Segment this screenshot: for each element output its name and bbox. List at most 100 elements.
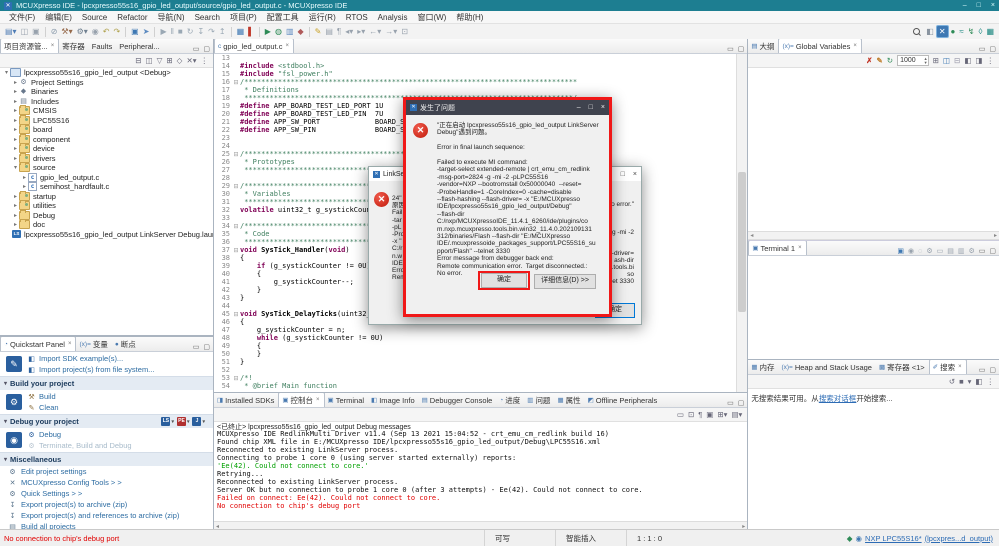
menu-item[interactable]: 项目(P) <box>225 12 262 23</box>
live-update-icon[interactable]: ◫ <box>941 56 952 65</box>
step-into-icon[interactable]: ↧ <box>195 25 206 38</box>
tree-item[interactable]: ▸ ▤ Includes <box>0 97 213 107</box>
quickstart-link[interactable]: Clean <box>39 403 59 412</box>
install-perspective-icon[interactable]: ● <box>949 25 958 38</box>
terminal-body[interactable] <box>748 256 999 360</box>
terminal-tab[interactable]: ▣ Terminal 1 × <box>748 241 807 255</box>
close-tab-icon[interactable]: × <box>958 364 962 370</box>
tree-item[interactable]: ▸ LPC55S16 <box>0 114 213 126</box>
display-console-icon[interactable]: ⊞▾ <box>715 410 729 419</box>
build-section-header[interactable]: ▾ Build your project <box>0 376 213 390</box>
refresh-interval-input[interactable]: 1000 ▲ ▼ <box>897 55 929 66</box>
tree-expand-icon[interactable]: ▾ <box>3 69 10 76</box>
step-return-icon[interactable]: ↥ <box>217 25 228 38</box>
search-icon[interactable] <box>913 28 921 35</box>
quickstart-link[interactable]: Edit project settings <box>21 467 86 476</box>
quickstart-tab[interactable]: ◔ Quickstart Panel × <box>0 337 77 351</box>
search-tab[interactable]: ▩ 寄存器 <1> <box>876 360 929 374</box>
spinner-arrows[interactable]: ▲ ▼ <box>924 56 928 65</box>
tree-expand-icon[interactable]: ▸ <box>21 183 28 190</box>
maximize-panel-icon[interactable]: ▢ <box>203 45 210 53</box>
tree-expand-icon[interactable]: ▸ <box>12 98 19 105</box>
open-terminal-icon[interactable]: ▣ <box>897 247 904 255</box>
disconnect-icon[interactable]: ◌ <box>918 248 922 255</box>
menu-item[interactable]: 运行(R) <box>304 12 341 23</box>
maximize-icon[interactable]: □ <box>977 2 981 9</box>
energy-icon[interactable]: ◍ <box>273 25 284 38</box>
explorer-tab[interactable]: 寄存器 <box>59 39 89 53</box>
tree-expand-icon[interactable]: ▸ <box>12 79 19 86</box>
tree-expand-icon[interactable]: ▸ <box>12 117 19 124</box>
view-menu-icon[interactable]: ⋮ <box>985 56 997 65</box>
toolbar-menu-icon[interactable]: ⚙ <box>968 247 974 255</box>
open-console-icon[interactable]: ▣ <box>129 25 141 38</box>
console-tab[interactable]: ◨ Installed SDKs <box>214 393 278 407</box>
menu-item[interactable]: Search <box>190 13 225 22</box>
add-variable-icon[interactable]: ⊞ <box>931 56 941 65</box>
console-tab[interactable]: ▥ 问题 <box>524 393 554 407</box>
minimize-panel-icon[interactable]: ▭ <box>193 45 200 53</box>
peripherals-perspective-icon[interactable]: ▦ <box>984 25 996 38</box>
spin-down-icon[interactable]: ▼ <box>924 60 928 65</box>
close-tab-icon[interactable]: × <box>798 245 802 251</box>
clear-console-icon[interactable]: ▭ <box>675 410 686 419</box>
maximize-panel-icon[interactable]: ▢ <box>989 45 996 53</box>
quickstart-link[interactable]: Quick Settings > > <box>21 489 82 498</box>
linkserver-debug-chip[interactable]: LS ▾ <box>161 417 174 426</box>
chevron-down-icon[interactable]: ▾ <box>202 419 205 425</box>
debug-section-header[interactable]: ▾ Debug your project LS ▾ PE ▾ J ▾ <box>0 414 213 428</box>
redo-icon[interactable]: ↷ <box>111 25 122 38</box>
scroll-right-icon[interactable]: ▸ <box>994 232 997 239</box>
new-wizard-icon[interactable]: ▤▾ <box>3 25 19 38</box>
quickstart-link[interactable]: Export project(s) and references to arch… <box>21 511 179 520</box>
maximize-panel-icon[interactable]: ▢ <box>989 247 996 255</box>
minimize-panel-icon[interactable]: ▭ <box>727 399 734 407</box>
close-icon[interactable]: × <box>991 2 995 9</box>
run-search-icon[interactable]: ↺ <box>947 377 957 386</box>
collapse-section-icon[interactable]: ▾ <box>4 456 7 463</box>
globals-tab[interactable]: (x)= Global Variables × <box>778 39 862 53</box>
maximize-panel-icon[interactable]: ▢ <box>203 343 210 351</box>
tree-expand-icon[interactable]: ▸ <box>12 136 19 143</box>
open-perspective-icon[interactable]: ◧ <box>924 25 936 38</box>
tree-item[interactable]: ▾ source <box>0 162 213 173</box>
scroll-lock-icon[interactable]: ⊡ <box>686 410 696 419</box>
close-icon[interactable]: × <box>601 104 605 111</box>
paste-icon[interactable]: ▥ <box>958 247 965 255</box>
tree-item[interactable]: ▸ startup <box>0 190 213 202</box>
filter-icon[interactable]: ▽ <box>155 56 165 65</box>
project-link[interactable]: (lpcxpres...d_output) <box>925 534 993 543</box>
select-tool-icon[interactable]: ➤ <box>141 25 152 38</box>
quickstart-tab[interactable]: ● 断点 <box>112 337 140 351</box>
minimize-panel-icon[interactable]: ▭ <box>979 247 986 255</box>
misc-section-header[interactable]: ▾ Miscellaneous <box>0 452 213 466</box>
close-tab-icon[interactable]: × <box>51 43 55 49</box>
minimize-icon[interactable]: – <box>577 104 581 111</box>
power-perspective-icon[interactable]: ↯ <box>966 25 977 38</box>
link-editor-icon[interactable]: ◉ <box>90 25 101 38</box>
fold-marker-icon[interactable]: ⊟ <box>232 247 240 254</box>
tree-expand-icon[interactable]: ▸ <box>12 145 19 152</box>
close-tab-icon[interactable]: × <box>853 43 857 49</box>
resume-icon[interactable]: ▶ <box>158 25 168 38</box>
pause-update-icon[interactable]: ⊟ <box>952 56 962 65</box>
scroll-left-icon[interactable]: ◂ <box>750 232 753 239</box>
tree-item[interactable]: ▸ drivers <box>0 152 213 164</box>
highlight-source-icon[interactable]: ✎ <box>313 25 324 38</box>
search-tab[interactable]: ▦ 内存 <box>748 360 778 374</box>
fold-marker-icon[interactable]: ⊟ <box>232 79 240 86</box>
tree-expand-icon[interactable]: ▸ <box>12 202 19 209</box>
console-tab[interactable]: ▣ Terminal <box>325 393 369 407</box>
console-tab[interactable]: ▣ 控制台 × <box>278 393 325 407</box>
quickstart-link[interactable]: MCUXpresso Config Tools > > <box>21 478 122 487</box>
profile-icon[interactable]: ▶ <box>263 25 273 38</box>
maximize-panel-icon[interactable]: ▢ <box>738 399 745 407</box>
quickstart-link[interactable]: Export project(s) to archive (zip) <box>21 500 127 509</box>
chevron-down-icon[interactable]: ▾ <box>187 419 190 425</box>
explorer-tab[interactable]: Faults <box>89 39 116 53</box>
debug-config-icon[interactable]: ⚙▾ <box>75 25 90 38</box>
menu-item[interactable]: 编辑(E) <box>40 12 77 23</box>
close-tab-icon[interactable]: × <box>285 43 289 49</box>
pin-console-icon[interactable]: ▣ <box>704 410 715 419</box>
tree-expand-icon[interactable]: ▸ <box>12 88 19 95</box>
